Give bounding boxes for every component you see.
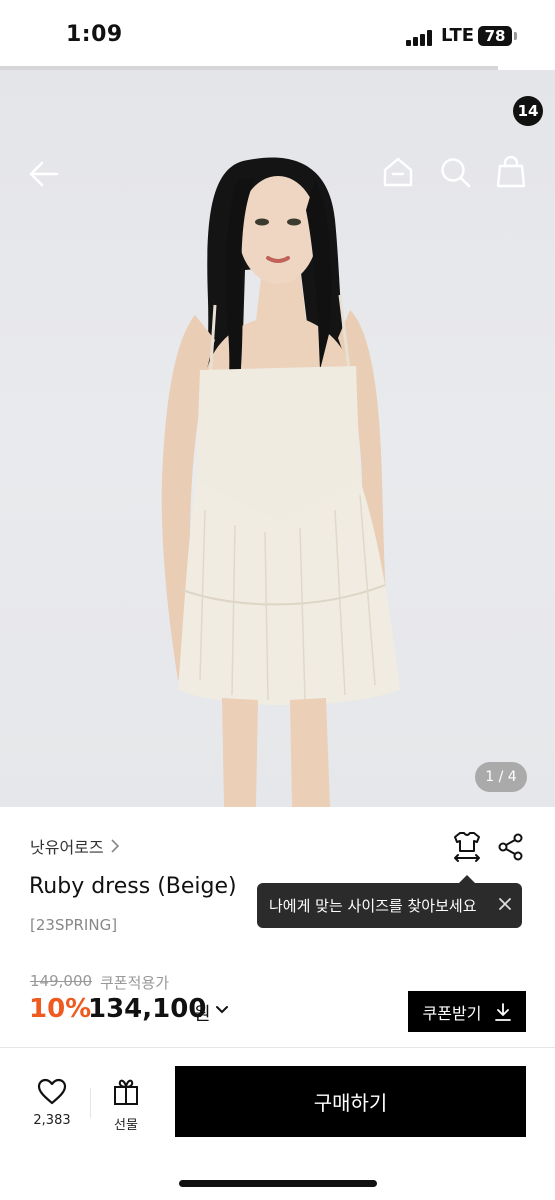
original-price: 149,000 [30, 972, 93, 990]
buy-button[interactable]: 구매하기 [175, 1066, 526, 1137]
size-fit-button[interactable] [450, 830, 484, 864]
coupon-button-label: 쿠폰받기 [422, 1003, 482, 1023]
share-button[interactable] [494, 830, 528, 864]
close-icon[interactable] [498, 897, 512, 911]
search-icon [441, 158, 471, 188]
chevron-right-icon [111, 839, 119, 853]
battery-tip [514, 32, 517, 40]
back-button[interactable] [26, 156, 62, 192]
search-button[interactable] [437, 154, 473, 190]
download-icon [495, 1002, 512, 1021]
status-time: 1:09 [66, 22, 123, 47]
coupon-price-label: 쿠폰적용가 [100, 974, 170, 992]
brand-name: 낫유어로즈 [30, 838, 104, 857]
sale-price: 134,100 [88, 994, 207, 1024]
tooltip-arrow [459, 875, 475, 883]
battery-icon: 78 [478, 26, 512, 46]
share-icon [498, 833, 523, 861]
heart-icon [37, 1078, 67, 1105]
gift-icon [114, 1079, 138, 1105]
shopping-bag-icon [496, 156, 526, 188]
gift-button[interactable]: 선물 [104, 1078, 148, 1133]
cart-count-badge: 14 [513, 96, 543, 126]
currency-unit: 원 [194, 1004, 211, 1025]
product-title: Ruby dress (Beige) [29, 874, 237, 899]
divider [90, 1088, 91, 1118]
brand-link[interactable]: 낫유어로즈 [30, 834, 120, 858]
cart-button[interactable] [493, 154, 529, 190]
home-icon [383, 157, 413, 187]
like-button[interactable]: 2,383 [24, 1078, 80, 1130]
tooltip-text: 나에게 맞는 사이즈를 찾아보세요 [269, 897, 477, 915]
like-count: 2,383 [33, 1113, 71, 1128]
gift-label: 선물 [114, 1118, 138, 1133]
image-page-indicator: 1 / 4 [475, 762, 527, 792]
chevron-down-icon[interactable] [214, 1004, 230, 1016]
arrow-left-icon [29, 161, 59, 187]
product-image[interactable] [0, 70, 555, 807]
signal-icon [406, 30, 434, 46]
size-tooltip[interactable]: 나에게 맞는 사이즈를 찾아보세요 [257, 883, 522, 928]
discount-rate: 10% [29, 994, 92, 1024]
network-type: LTE [441, 25, 475, 46]
size-fit-icon [454, 832, 480, 862]
home-button[interactable] [380, 154, 416, 190]
product-season: [23SPRING] [30, 916, 118, 934]
home-indicator[interactable] [179, 1180, 377, 1187]
status-bar: 1:09 LTE 78 [0, 0, 555, 70]
get-coupon-button[interactable]: 쿠폰받기 [408, 991, 526, 1032]
